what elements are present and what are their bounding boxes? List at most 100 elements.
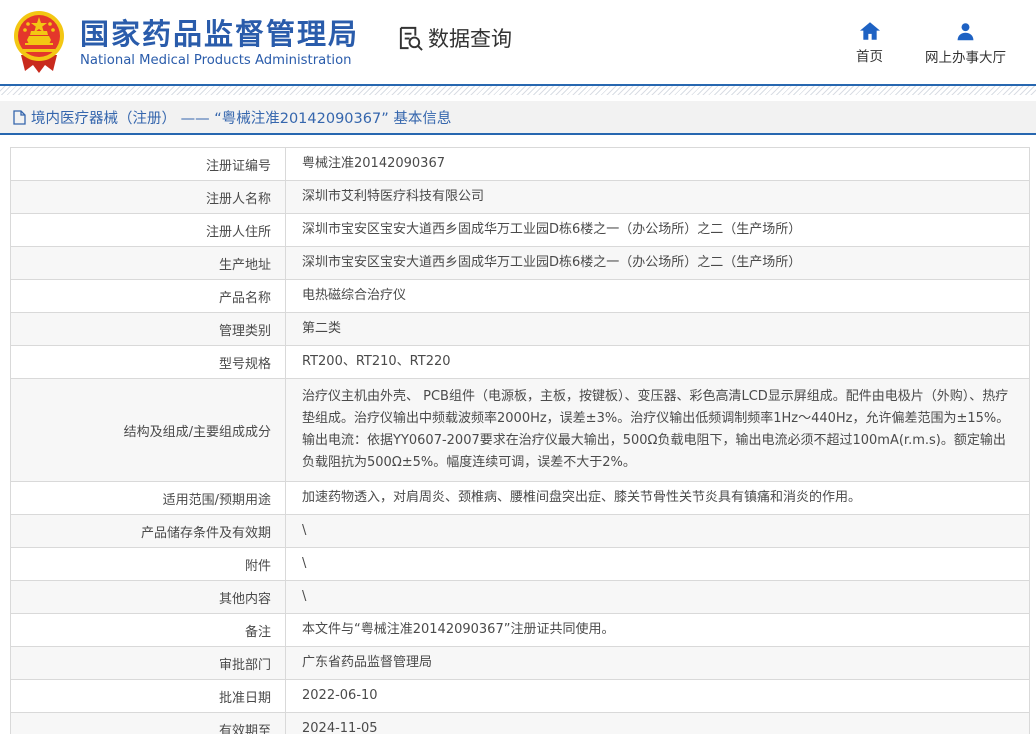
row-value-text: \: [302, 556, 306, 571]
table-row: 批准日期 2022-06-10: [11, 680, 1030, 713]
row-label: 注册人名称: [11, 181, 286, 214]
row-label-text: 生产地址: [219, 254, 271, 273]
row-value-text: 广东省药品监督管理局: [302, 655, 432, 670]
row-value-text: \: [302, 523, 306, 538]
table-row: 注册证编号 粤械注准20142090367: [11, 148, 1030, 181]
table-row: 附件 \: [11, 548, 1030, 581]
row-label-text: 产品储存条件及有效期: [141, 522, 271, 541]
row-label: 适用范围/预期用途: [11, 482, 286, 515]
row-label: 注册证编号: [11, 148, 286, 181]
row-label: 产品储存条件及有效期: [11, 515, 286, 548]
registration-table: 注册证编号 粤械注准20142090367 注册人名称 深圳市艾利特医疗科技有限: [10, 147, 1030, 734]
row-value: 粤械注准20142090367: [286, 148, 1030, 181]
row-value-text: \: [302, 589, 306, 604]
nmpa-logo[interactable]: [10, 8, 68, 76]
row-value: 2022-06-10: [286, 680, 1030, 713]
row-value-text: 深圳市宝安区宝安大道西乡固成华万工业园D栋6楼之一（办公场所）之二（生产场所）: [302, 255, 801, 270]
breadcrumb-text: 境内医疗器械（注册） —— “粤械注准20142090367” 基本信息: [31, 107, 451, 128]
home-icon: [860, 22, 880, 40]
table-row: 注册人名称 深圳市艾利特医疗科技有限公司: [11, 181, 1030, 214]
table-row: 产品名称 电热磁综合治疗仪: [11, 280, 1030, 313]
row-value-text: 本文件与“粤械注准20142090367”注册证共同使用。: [302, 622, 614, 637]
national-emblem-icon: [11, 9, 67, 75]
row-label: 审批部门: [11, 647, 286, 680]
row-value-text: 第二类: [302, 321, 341, 336]
row-label-text: 注册人住所: [206, 221, 271, 240]
row-label: 结构及组成/主要组成成分: [11, 379, 286, 482]
row-value-text: 2022-06-10: [302, 688, 378, 703]
nav-service-hall[interactable]: 网上办事大厅: [925, 22, 1006, 66]
site-title-cn: 国家药品监督管理局: [80, 17, 359, 51]
row-value-text: 深圳市宝安区宝安大道西乡固成华万工业园D栋6楼之一（办公场所）之二（生产场所）: [302, 222, 801, 237]
site-header: 国家药品监督管理局 National Medical Products Admi…: [0, 0, 1036, 84]
row-label: 生产地址: [11, 247, 286, 280]
table-row: 备注 本文件与“粤械注准20142090367”注册证共同使用。: [11, 614, 1030, 647]
nav-home-label: 首页: [856, 45, 883, 65]
row-label: 备注: [11, 614, 286, 647]
row-value: RT200、RT210、RT220: [286, 346, 1030, 379]
row-label-text: 备注: [245, 621, 271, 640]
row-value: 治疗仪主机由外壳、 PCB组件（电源板，主板，按键板）、变压器、彩色高清LCD显…: [286, 379, 1030, 482]
row-label-text: 产品名称: [219, 287, 271, 306]
row-label-text: 适用范围/预期用途: [163, 489, 271, 508]
row-value-text: 2024-11-05: [302, 721, 378, 734]
row-label: 批准日期: [11, 680, 286, 713]
row-value: 2024-11-05: [286, 713, 1030, 734]
row-label-text: 有效期至: [219, 720, 271, 734]
page: 国家药品监督管理局 National Medical Products Admi…: [0, 0, 1036, 734]
registration-table-body: 注册证编号 粤械注准20142090367 注册人名称 深圳市艾利特医疗科技有限: [11, 148, 1030, 734]
row-label-text: 结构及组成/主要组成成分: [124, 421, 271, 440]
site-title-block: 国家药品监督管理局 National Medical Products Admi…: [80, 17, 359, 68]
user-icon: [956, 22, 975, 41]
row-value-text: 深圳市艾利特医疗科技有限公司: [302, 189, 484, 204]
table-row: 型号规格 RT200、RT210、RT220: [11, 346, 1030, 379]
table-row: 其他内容 \: [11, 581, 1030, 614]
row-value: 电热磁综合治疗仪: [286, 280, 1030, 313]
row-value-text: 加速药物透入，对肩周炎、颈椎病、腰椎间盘突出症、膝关节骨性关节炎具有镇痛和消炎的…: [302, 490, 861, 505]
row-label-text: 型号规格: [219, 353, 271, 372]
row-value: 深圳市艾利特医疗科技有限公司: [286, 181, 1030, 214]
header-nav: 首页 网上办事大厅: [856, 22, 1006, 66]
table-wrap: 注册证编号 粤械注准20142090367 注册人名称 深圳市艾利特医疗科技有限: [0, 135, 1036, 734]
table-row: 生产地址 深圳市宝安区宝安大道西乡固成华万工业园D栋6楼之一（办公场所）之二（生…: [11, 247, 1030, 280]
document-icon: [13, 110, 26, 125]
breadcrumb: 境内医疗器械（注册） —— “粤械注准20142090367” 基本信息: [0, 101, 1036, 135]
data-query-label: 数据查询: [428, 23, 512, 53]
table-row: 有效期至 2024-11-05: [11, 713, 1030, 734]
row-value: 深圳市宝安区宝安大道西乡固成华万工业园D栋6楼之一（办公场所）之二（生产场所）: [286, 214, 1030, 247]
row-label: 附件: [11, 548, 286, 581]
row-value-text: RT200、RT210、RT220: [302, 354, 451, 369]
row-label-text: 注册证编号: [206, 155, 271, 174]
table-row: 审批部门 广东省药品监督管理局: [11, 647, 1030, 680]
row-value: \: [286, 548, 1030, 581]
row-label: 有效期至: [11, 713, 286, 734]
table-row: 注册人住所 深圳市宝安区宝安大道西乡固成华万工业园D栋6楼之一（办公场所）之二（…: [11, 214, 1030, 247]
row-label: 型号规格: [11, 346, 286, 379]
row-value: \: [286, 515, 1030, 548]
site-title-en: National Medical Products Administration: [80, 53, 359, 68]
row-label: 注册人住所: [11, 214, 286, 247]
data-query-icon: [397, 25, 424, 52]
table-row: 产品储存条件及有效期 \: [11, 515, 1030, 548]
row-label: 产品名称: [11, 280, 286, 313]
row-value-text: 粤械注准20142090367: [302, 156, 445, 171]
data-query-nav[interactable]: 数据查询: [397, 23, 512, 53]
nav-service-hall-label: 网上办事大厅: [925, 46, 1006, 66]
hatch-band: [0, 86, 1036, 95]
row-value: 加速药物透入，对肩周炎、颈椎病、腰椎间盘突出症、膝关节骨性关节炎具有镇痛和消炎的…: [286, 482, 1030, 515]
row-label-text: 其他内容: [219, 588, 271, 607]
row-value: 广东省药品监督管理局: [286, 647, 1030, 680]
row-value-text: 治疗仪主机由外壳、 PCB组件（电源板，主板，按键板）、变压器、彩色高清LCD显…: [302, 389, 1009, 470]
row-label-text: 注册人名称: [206, 188, 271, 207]
row-label: 管理类别: [11, 313, 286, 346]
row-value: 深圳市宝安区宝安大道西乡固成华万工业园D栋6楼之一（办公场所）之二（生产场所）: [286, 247, 1030, 280]
table-row: 适用范围/预期用途 加速药物透入，对肩周炎、颈椎病、腰椎间盘突出症、膝关节骨性关…: [11, 482, 1030, 515]
row-value: \: [286, 581, 1030, 614]
row-value-text: 电热磁综合治疗仪: [302, 288, 406, 303]
nav-home[interactable]: 首页: [856, 22, 883, 66]
table-row: 结构及组成/主要组成成分 治疗仪主机由外壳、 PCB组件（电源板，主板，按键板）…: [11, 379, 1030, 482]
row-label-text: 审批部门: [219, 654, 271, 673]
row-value: 本文件与“粤械注准20142090367”注册证共同使用。: [286, 614, 1030, 647]
row-value: 第二类: [286, 313, 1030, 346]
row-label-text: 管理类别: [219, 320, 271, 339]
